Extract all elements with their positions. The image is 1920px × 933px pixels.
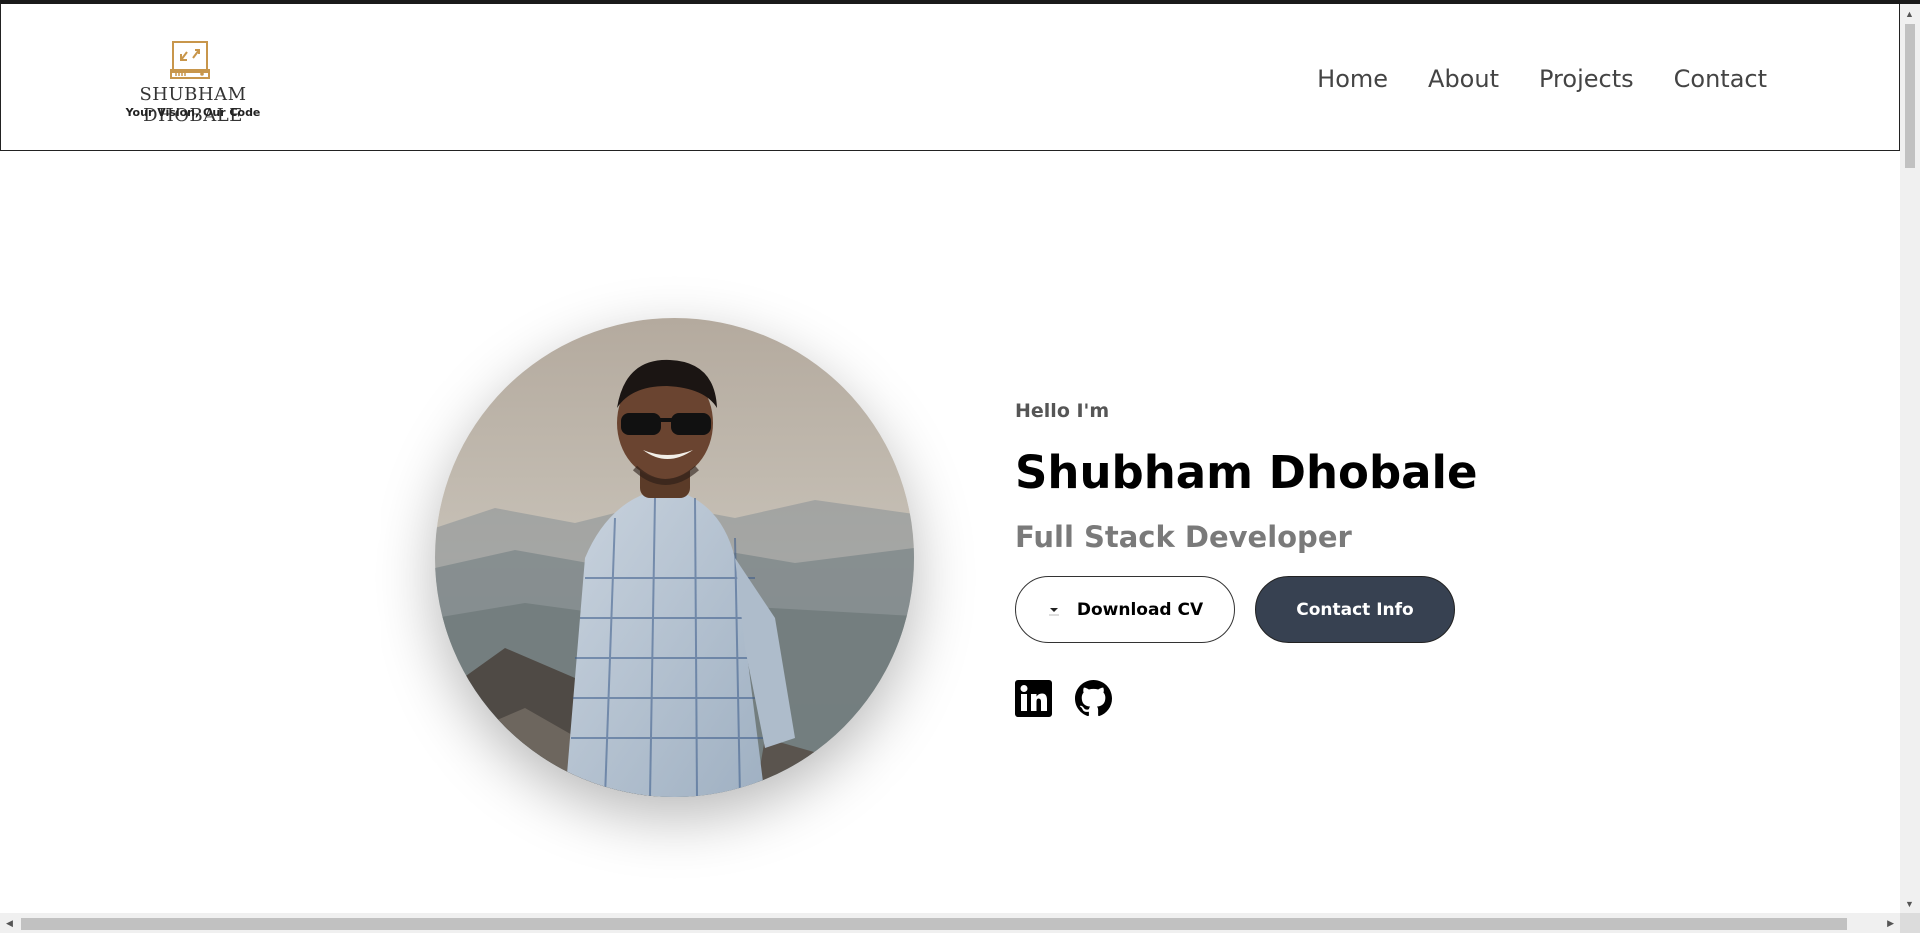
- hero-role: Full Stack Developer: [1015, 520, 1352, 554]
- download-cv-button[interactable]: Download CV: [1015, 576, 1235, 643]
- nav-home-link[interactable]: Home: [1317, 65, 1388, 93]
- scroll-right-arrow-icon[interactable]: ▶: [1887, 918, 1894, 928]
- horizontal-scroll-thumb[interactable]: [21, 918, 1847, 930]
- hero-name: Shubham Dhobale: [1015, 446, 1478, 499]
- scroll-left-arrow-icon[interactable]: ◀: [6, 918, 13, 928]
- download-icon: [1048, 607, 1059, 615]
- nav-links: Home About Projects Contact: [1317, 65, 1767, 93]
- logo-mark-icon: [170, 41, 210, 79]
- vertical-scrollbar[interactable]: ▲ ▼: [1900, 4, 1920, 913]
- social-links: [1015, 680, 1112, 717]
- download-cv-label: Download CV: [1076, 599, 1204, 620]
- logo-tagline: Your Vision, Our Code: [125, 106, 261, 119]
- logo[interactable]: SHUBHAM DHOBALE Your Vision, Our Code: [93, 36, 293, 126]
- profile-photo-image: [435, 318, 914, 797]
- scroll-down-arrow-icon[interactable]: ▼: [1905, 899, 1914, 909]
- vertical-scroll-thumb[interactable]: [1905, 24, 1915, 168]
- contact-info-button[interactable]: Contact Info: [1255, 576, 1455, 643]
- navbar: SHUBHAM DHOBALE Your Vision, Our Code Ho…: [0, 4, 1900, 151]
- nav-projects-link[interactable]: Projects: [1539, 65, 1634, 93]
- scrollbar-corner: [1900, 913, 1920, 933]
- logo-name: SHUBHAM DHOBALE: [139, 84, 247, 126]
- profile-photo: [435, 318, 914, 797]
- horizontal-scrollbar[interactable]: ◀ ▶: [0, 913, 1900, 933]
- nav-contact-link[interactable]: Contact: [1674, 65, 1767, 93]
- scroll-up-arrow-icon[interactable]: ▲: [1905, 9, 1914, 19]
- contact-info-label: Contact Info: [1296, 599, 1414, 620]
- github-icon[interactable]: [1075, 680, 1112, 717]
- hero-greeting: Hello I'm: [1015, 400, 1110, 422]
- linkedin-icon[interactable]: [1015, 680, 1052, 717]
- nav-about-link[interactable]: About: [1428, 65, 1499, 93]
